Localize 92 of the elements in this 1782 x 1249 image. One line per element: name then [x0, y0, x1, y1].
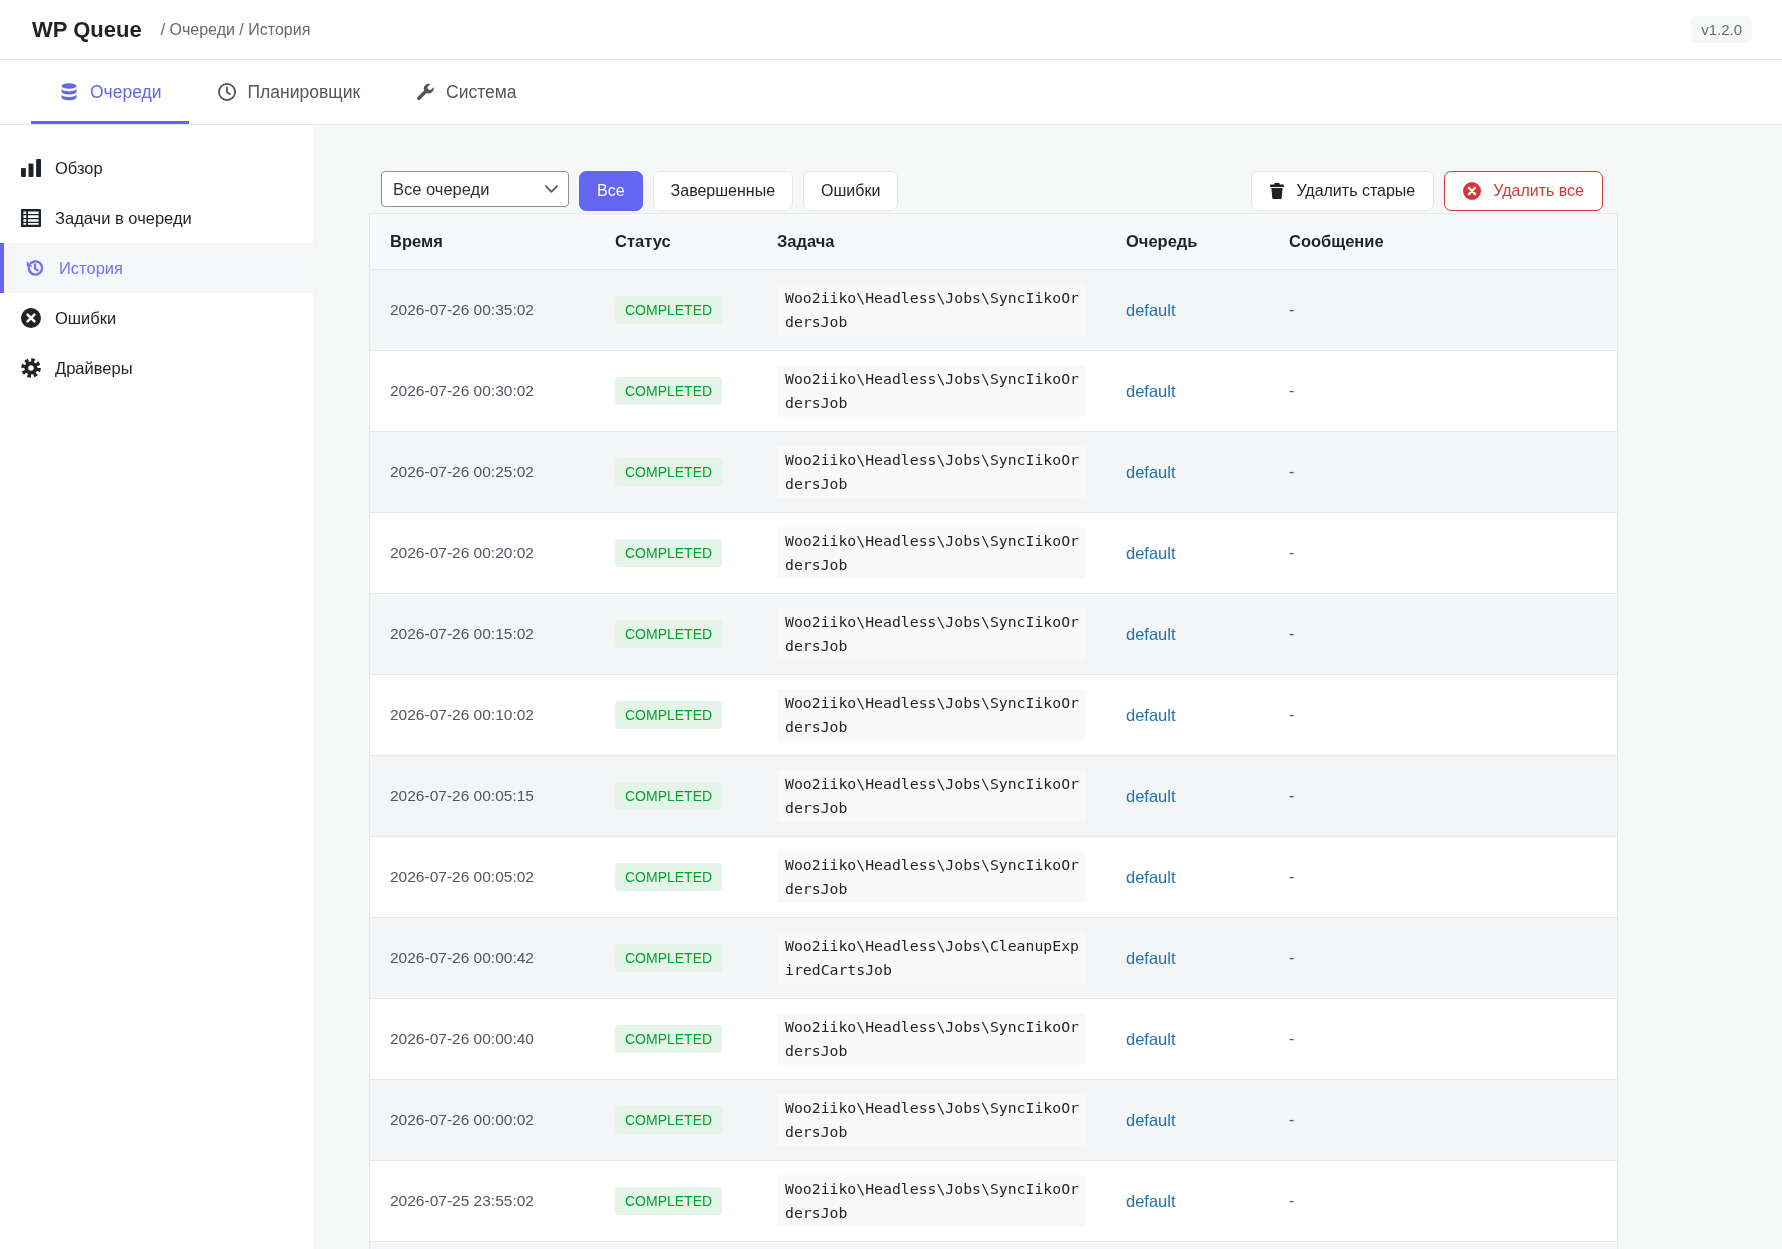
wrench-icon — [416, 83, 435, 101]
status-badge: COMPLETED — [615, 539, 723, 567]
timestamp: 2026-07-26 00:25:02 — [390, 463, 534, 480]
sidebar-item[interactable]: Обзор — [0, 143, 313, 193]
timestamp: 2026-07-26 00:00:40 — [390, 1030, 534, 1047]
timestamp: 2026-07-26 00:00:02 — [390, 1111, 534, 1128]
queue-link[interactable]: default — [1126, 1191, 1176, 1210]
job-class-code: Woo2iiko\Headless\Jobs\SyncIikoOrdersJob — [777, 689, 1086, 741]
status-badge: COMPLETED — [615, 620, 723, 648]
filter-button[interactable]: Завершенные — [652, 171, 794, 211]
queue-link[interactable]: default — [1126, 543, 1176, 562]
status-badge: COMPLETED — [615, 458, 723, 486]
queue-select[interactable]: Все очереди — [381, 171, 569, 207]
column-header: Статус — [615, 232, 671, 250]
history-icon — [25, 258, 45, 278]
message-text: - — [1289, 787, 1295, 804]
app-title: WP Queue — [32, 16, 142, 43]
sidebar-item[interactable]: Ошибки — [0, 293, 313, 343]
timestamp: 2026-07-26 00:05:15 — [390, 787, 534, 804]
timestamp: 2026-07-26 00:05:02 — [390, 868, 534, 885]
bar-chart-icon — [21, 158, 41, 178]
delete-all-button[interactable]: Удалить все — [1444, 171, 1603, 211]
job-class-code: Woo2iiko\Headless\Jobs\SyncIikoOrdersJob — [777, 608, 1086, 660]
filter-button[interactable]: Ошибки — [803, 171, 899, 211]
job-class-code: Woo2iiko\Headless\Jobs\SyncIikoOrdersJob — [777, 770, 1086, 822]
queue-link[interactable]: default — [1126, 1110, 1176, 1129]
timestamp: 2026-07-26 00:15:02 — [390, 625, 534, 642]
message-text: - — [1289, 301, 1295, 318]
status-badge: COMPLETED — [615, 701, 723, 729]
queue-link[interactable]: default — [1126, 300, 1176, 319]
queue-link[interactable]: default — [1126, 705, 1176, 724]
timestamp: 2026-07-26 00:10:02 — [390, 706, 534, 723]
status-badge: COMPLETED — [615, 863, 723, 891]
sidebar-item[interactable]: История — [0, 243, 313, 293]
job-class-code: Woo2iiko\Headless\Jobs\SyncIikoOrdersJob — [777, 1013, 1086, 1065]
job-class-code: Woo2iiko\Headless\Jobs\SyncIikoOrdersJob — [777, 1094, 1086, 1146]
message-text: - — [1289, 706, 1295, 723]
column-header: Очередь — [1126, 232, 1198, 250]
trash-icon — [1270, 183, 1285, 199]
status-badge: COMPLETED — [615, 296, 723, 324]
job-class-code: Woo2iiko\Headless\Jobs\SyncIikoOrdersJob — [777, 284, 1086, 336]
timestamp: 2026-07-26 00:00:42 — [390, 949, 534, 966]
queue-link[interactable]: default — [1126, 624, 1176, 643]
status-badge: COMPLETED — [615, 1106, 723, 1134]
message-text: - — [1289, 382, 1295, 399]
timestamp: 2026-07-26 00:20:02 — [390, 544, 534, 561]
job-class-code: Woo2iiko\Headless\Jobs\SyncIikoOrdersJob — [777, 1175, 1086, 1227]
status-badge: COMPLETED — [615, 1187, 723, 1215]
filter-button[interactable]: Все — [579, 171, 643, 211]
version-badge: v1.2.0 — [1691, 16, 1752, 43]
delete-old-button[interactable]: Удалить старые — [1251, 171, 1435, 211]
timestamp: 2026-07-26 00:35:02 — [390, 301, 534, 318]
chevron-down-icon — [545, 185, 558, 193]
message-text: - — [1289, 1030, 1295, 1047]
queue-link[interactable]: default — [1126, 786, 1176, 805]
job-class-code: Woo2iiko\Headless\Jobs\SyncIikoOrdersJob — [777, 446, 1086, 498]
timestamp: 2026-07-26 00:30:02 — [390, 382, 534, 399]
clock-icon — [217, 83, 236, 101]
x-circle-icon — [21, 308, 41, 328]
breadcrumb: / Очереди / История — [160, 20, 311, 39]
status-badge: COMPLETED — [615, 944, 723, 972]
message-text: - — [1289, 868, 1295, 885]
tab[interactable]: Планировщик — [188, 60, 388, 124]
gear-icon — [21, 358, 41, 378]
status-badge: COMPLETED — [615, 782, 723, 810]
job-class-code: Woo2iiko\Headless\Jobs\SyncIikoOrdersJob — [777, 851, 1086, 903]
status-badge: COMPLETED — [615, 1025, 723, 1053]
message-text: - — [1289, 1111, 1295, 1128]
status-badge: COMPLETED — [615, 377, 723, 405]
sidebar-item[interactable]: Драйверы — [0, 343, 313, 393]
x-circle-icon — [1463, 182, 1482, 200]
tab[interactable]: Система — [387, 60, 544, 124]
queue-link[interactable]: default — [1126, 948, 1176, 967]
timestamp: 2026-07-25 23:55:02 — [390, 1192, 534, 1209]
column-header: Сообщение — [1289, 232, 1384, 250]
job-class-code: Woo2iiko\Headless\Jobs\SyncIikoOrdersJob — [777, 527, 1086, 579]
message-text: - — [1289, 1192, 1295, 1209]
job-class-code: Woo2iiko\Headless\Jobs\SyncIikoOrdersJob — [777, 365, 1086, 417]
column-header: Время — [390, 232, 443, 250]
queue-link[interactable]: default — [1126, 1029, 1176, 1048]
message-text: - — [1289, 544, 1295, 561]
list-icon — [21, 208, 41, 228]
database-icon — [60, 83, 78, 101]
sidebar-item[interactable]: Задачи в очереди — [0, 193, 313, 243]
queue-link[interactable]: default — [1126, 381, 1176, 400]
message-text: - — [1289, 625, 1295, 642]
message-text: - — [1289, 463, 1295, 480]
queue-link[interactable]: default — [1126, 867, 1176, 886]
queue-link[interactable]: default — [1126, 462, 1176, 481]
message-text: - — [1289, 949, 1295, 966]
column-header: Задача — [777, 232, 835, 250]
job-class-code: Woo2iiko\Headless\Jobs\CleanupExpiredCartsJob — [777, 932, 1086, 984]
